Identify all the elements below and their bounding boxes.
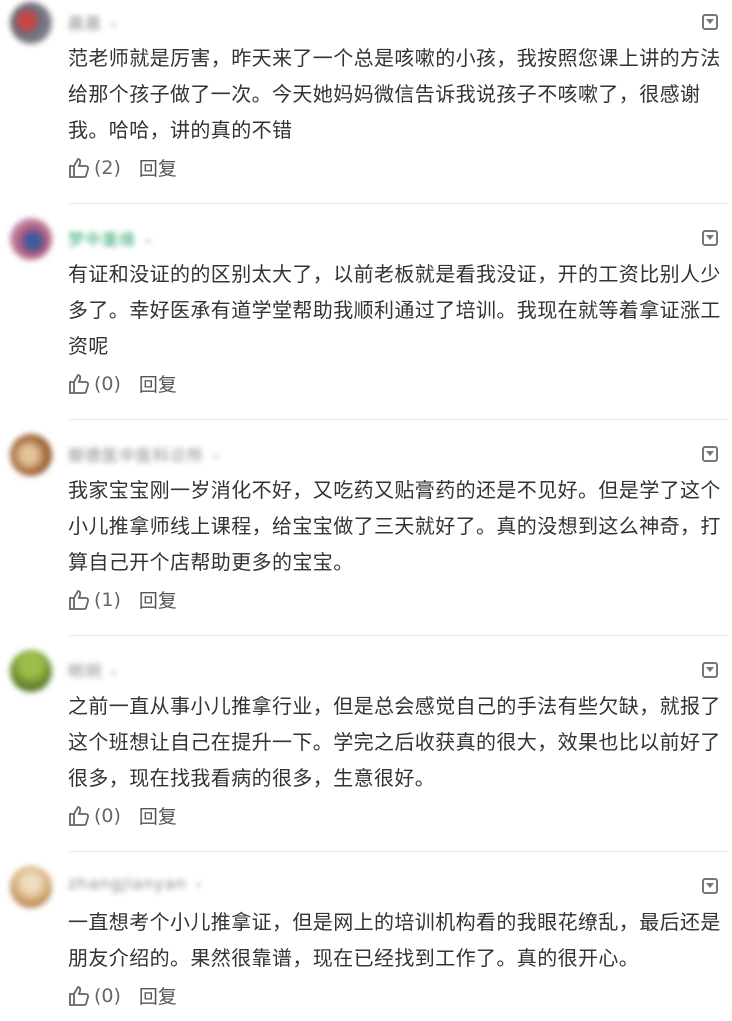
username[interactable]: 梦中童缘 <box>68 226 151 250</box>
separator-dot <box>112 670 117 675</box>
thumbs-up-icon <box>69 157 90 178</box>
username[interactable]: 御德医中医科诊所 <box>68 442 219 466</box>
reply-button[interactable]: 回复 <box>139 154 177 181</box>
comment-menu-button[interactable] <box>702 446 718 462</box>
separator-dot <box>214 454 219 459</box>
divider <box>68 635 728 636</box>
avatar[interactable] <box>10 650 52 692</box>
thumbs-up-icon <box>69 589 90 610</box>
dropdown-menu-icon <box>706 451 714 456</box>
username-text[interactable]: 明玥 <box>68 662 102 681</box>
avatar[interactable] <box>10 866 52 908</box>
like-button[interactable]: (0) <box>68 805 121 827</box>
comment-text: 范老师就是厉害，昨天来了一个总是咳嗽的小孩，我按照您课上讲的方法给那个孩子做了一… <box>68 46 721 142</box>
comment-menu-button[interactable] <box>702 14 718 30</box>
username[interactable]: 晨晨 <box>68 10 117 34</box>
comment-text: 有证和没证的的区别太大了，以前老板就是看我没证，开的工资比别人少多了。幸好医承有… <box>68 262 721 358</box>
separator-dot <box>112 22 117 27</box>
reply-button[interactable]: 回复 <box>139 370 177 397</box>
comment-actions: (0) 回复 <box>68 370 177 397</box>
username[interactable]: zhangjianyan <box>68 874 201 893</box>
username-text[interactable]: 梦中童缘 <box>68 230 136 249</box>
reply-button[interactable]: 回复 <box>139 802 177 829</box>
like-button[interactable]: (0) <box>68 373 121 395</box>
separator-dot <box>146 238 151 243</box>
divider <box>68 851 728 852</box>
like-count: (0) <box>94 984 121 1007</box>
comment-actions: (0) 回复 <box>68 802 177 829</box>
dropdown-menu-icon <box>706 667 714 672</box>
username-text[interactable]: 御德医中医科诊所 <box>68 446 204 465</box>
avatar[interactable] <box>10 434 52 476</box>
reply-button[interactable]: 回复 <box>139 586 177 613</box>
like-button[interactable]: (1) <box>68 589 121 611</box>
like-button[interactable]: (0) <box>68 985 121 1007</box>
divider <box>68 203 728 204</box>
dropdown-menu-icon <box>706 883 714 888</box>
username[interactable]: 明玥 <box>68 658 117 682</box>
thumbs-up-icon <box>69 373 90 394</box>
comment-menu-button[interactable] <box>702 878 718 894</box>
dropdown-menu-icon <box>706 19 714 24</box>
comment-actions: (1) 回复 <box>68 586 177 613</box>
username-text[interactable]: zhangjianyan <box>68 874 187 893</box>
comment-text: 一直想考个小儿推拿证，但是网上的培训机构看的我眼花缭乱，最后还是朋友介绍的。果然… <box>68 910 721 970</box>
reply-button[interactable]: 回复 <box>139 982 177 1009</box>
like-count: (1) <box>94 588 121 611</box>
avatar[interactable] <box>10 2 52 44</box>
comment-actions: (2) 回复 <box>68 154 177 181</box>
thumbs-up-icon <box>69 985 90 1006</box>
like-count: (0) <box>94 372 121 395</box>
separator-dot <box>196 882 201 887</box>
comment-actions: (0) 回复 <box>68 982 177 1009</box>
divider <box>68 419 728 420</box>
username-text[interactable]: 晨晨 <box>68 14 102 33</box>
comment-text: 我家宝宝刚一岁消化不好，又吃药又贴膏药的还是不见好。但是学了这个小儿推拿师线上课… <box>68 478 721 574</box>
thumbs-up-icon <box>69 805 90 826</box>
like-count: (2) <box>94 156 121 179</box>
comment-menu-button[interactable] <box>702 662 718 678</box>
avatar[interactable] <box>10 218 52 260</box>
comment-menu-button[interactable] <box>702 230 718 246</box>
like-count: (0) <box>94 804 121 827</box>
dropdown-menu-icon <box>706 235 714 240</box>
comment-text: 之前一直从事小儿推拿行业，但是总会感觉自己的手法有些欠缺，就报了这个班想让自己在… <box>68 694 721 790</box>
like-button[interactable]: (2) <box>68 157 121 179</box>
